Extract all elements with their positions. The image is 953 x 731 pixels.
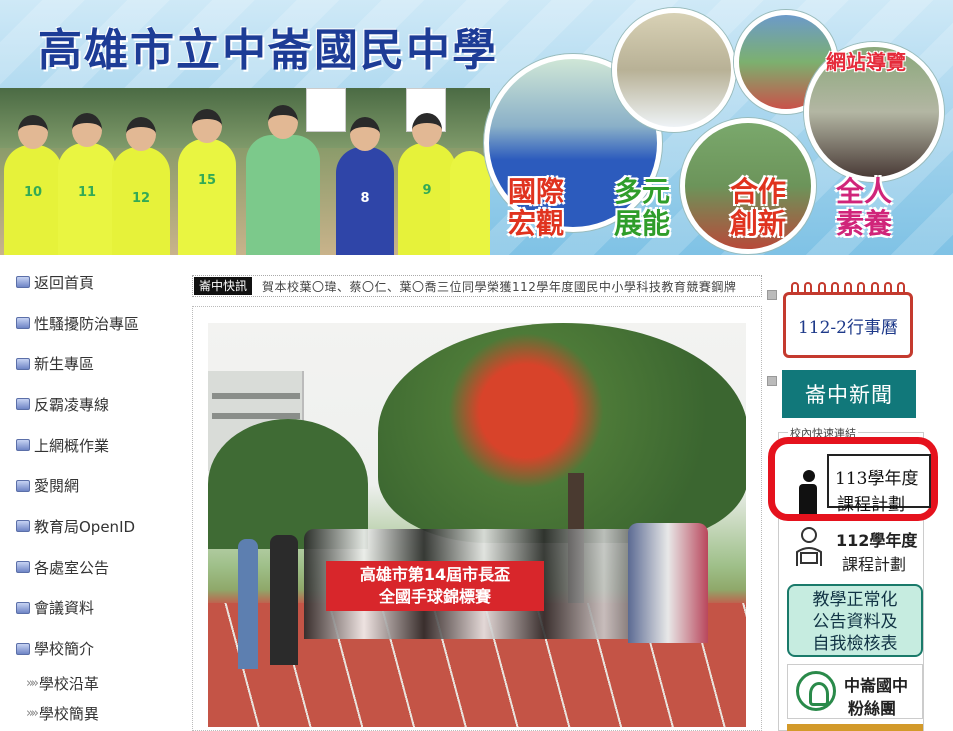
nav-office-announcements[interactable]: 各處室公告 bbox=[0, 547, 182, 588]
square-bullet-icon bbox=[16, 317, 30, 330]
square-bullet-icon bbox=[16, 357, 30, 370]
event-banner-line2: 全國手球錦標賽 bbox=[378, 587, 491, 606]
teaching-normalization-link[interactable]: 教學正常化 公告資料及 自我檢核表 bbox=[787, 584, 923, 657]
square-bullet-icon bbox=[16, 642, 30, 655]
fans-subtitle: 粉絲團 bbox=[848, 699, 897, 718]
site-banner: 高雄市立中崙國民中學 10 11 12 15 8 9 國際宏觀 多元展能 合作創… bbox=[0, 0, 953, 255]
calendar-label: 112-2行事曆 bbox=[783, 292, 913, 358]
ticker-headline[interactable]: 賀本校葉〇瑋、蔡〇仁、葉〇喬三位同學榮獲112學年度國民中小學科技教育競賽鋼牌 bbox=[262, 278, 736, 295]
school-news-link[interactable]: 崙中新聞 bbox=[782, 370, 916, 418]
nav-school-history[interactable]: »» 學校沿革 bbox=[0, 669, 182, 699]
square-bullet-icon bbox=[16, 479, 30, 492]
jersey-number: 8 bbox=[360, 191, 370, 206]
nav-home[interactable]: 返回首頁 bbox=[0, 262, 182, 303]
plan113-title: 113學年度 bbox=[835, 469, 919, 489]
square-bullet-icon bbox=[16, 276, 30, 289]
reading-photo-circle bbox=[612, 8, 736, 132]
slogan-cooperation: 合作創新 bbox=[730, 175, 787, 240]
fans-title: 中崙國中 bbox=[844, 676, 909, 695]
square-bullet-icon bbox=[16, 439, 30, 452]
nav-new-students[interactable]: 新生專區 bbox=[0, 343, 182, 384]
left-navigation: 返回首頁 性騷擾防治專區 新生專區 反霸凌專線 上網概作業 愛閱網 教育局Ope… bbox=[0, 262, 182, 729]
nav-openid[interactable]: 教育局OpenID bbox=[0, 506, 182, 547]
plan113-subtitle: 課程計劃 bbox=[837, 495, 905, 515]
square-bullet-icon bbox=[16, 398, 30, 411]
slogan-holistic: 全人素養 bbox=[836, 175, 893, 240]
nav-meeting-materials[interactable]: 會議資料 bbox=[0, 588, 182, 629]
slogan-diverse: 多元展能 bbox=[614, 175, 671, 240]
jersey-number: 10 bbox=[23, 185, 43, 200]
next-link-edge[interactable] bbox=[787, 724, 923, 731]
nav-harassment-prevention[interactable]: 性騷擾防治專區 bbox=[0, 303, 182, 344]
jersey-number: 11 bbox=[77, 185, 97, 200]
school-name-title: 高雄市立中崙國民中學 bbox=[38, 25, 498, 76]
section-bullet-icon bbox=[767, 376, 777, 386]
curriculum-plan-113-link[interactable]: 113學年度 課程計劃 bbox=[768, 437, 938, 521]
curriculum-plan-112-link[interactable]: 112學年度 課程計劃 bbox=[790, 524, 922, 574]
plan112-subtitle: 課程計劃 bbox=[842, 555, 907, 574]
event-banner-line1: 高雄市第14屆市長盃 bbox=[359, 565, 511, 584]
nav-reading-network[interactable]: 愛閱網 bbox=[0, 465, 182, 506]
jersey-number: 15 bbox=[197, 173, 217, 188]
sitemap-link[interactable]: 網站導覽 bbox=[826, 46, 906, 75]
news-ticker: 崙中快訊 賀本校葉〇瑋、蔡〇仁、葉〇喬三位同學榮獲112學年度國民中小學科技教育… bbox=[192, 275, 762, 297]
section-bullet-icon bbox=[767, 290, 777, 300]
double-chevron-icon: »» bbox=[26, 676, 39, 692]
normalize-line1: 教學正常化 bbox=[812, 590, 898, 610]
fan-page-link[interactable]: 中崙國中 粉絲團 bbox=[787, 664, 923, 719]
square-bullet-icon bbox=[16, 520, 30, 533]
normalize-line2: 公告資料及 bbox=[812, 612, 898, 632]
jersey-number: 9 bbox=[422, 183, 432, 198]
teacher-icon bbox=[803, 470, 815, 482]
nav-school-intro[interactable]: 學校簡介 bbox=[0, 628, 182, 669]
jersey-number: 12 bbox=[131, 191, 151, 206]
plan112-title: 112學年度 bbox=[836, 531, 918, 550]
team-group-photo: 10 11 12 15 8 9 bbox=[0, 88, 490, 255]
slogan-international: 國際宏觀 bbox=[508, 175, 565, 240]
calendar-link[interactable]: 112-2行事曆 bbox=[783, 282, 913, 358]
double-chevron-icon: »» bbox=[26, 706, 39, 722]
nav-school-overview[interactable]: »» 學校簡異 bbox=[0, 699, 182, 729]
normalize-line3: 自我檢核表 bbox=[812, 634, 898, 654]
school-logo-icon bbox=[796, 671, 836, 711]
ticker-tag: 崙中快訊 bbox=[194, 277, 253, 295]
nav-anti-bullying[interactable]: 反霸凌專線 bbox=[0, 384, 182, 425]
event-banner: 高雄市第14屆市長盃 全國手球錦標賽 bbox=[326, 561, 544, 611]
featured-news-photo[interactable]: 高雄市第14屆市長盃 全國手球錦標賽 bbox=[208, 323, 746, 727]
reader-icon bbox=[796, 527, 822, 566]
square-bullet-icon bbox=[16, 561, 30, 574]
square-bullet-icon bbox=[16, 601, 30, 614]
nav-online-assignment[interactable]: 上網概作業 bbox=[0, 425, 182, 466]
